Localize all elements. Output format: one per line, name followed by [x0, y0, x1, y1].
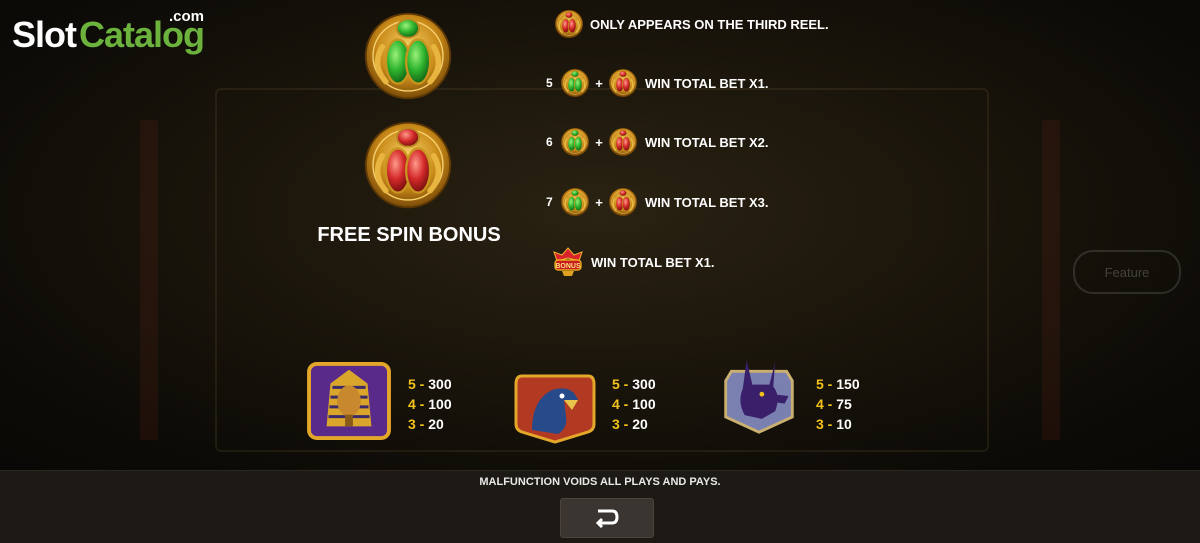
plus-sign: + — [595, 134, 603, 150]
rule-text: WIN TOTAL BET X1. — [645, 75, 769, 91]
background-column — [1042, 120, 1060, 440]
pharaoh-symbol-icon — [307, 362, 391, 440]
logo-com-text: .com — [169, 8, 205, 25]
malfunction-disclaimer: MALFUNCTION VOIDS ALL PLAYS AND PAYS. — [479, 476, 721, 488]
return-arrow-icon — [595, 509, 619, 528]
rule-text: WIN TOTAL BET X3. — [645, 194, 769, 210]
rule-combo-7: 7 + WIN TOTAL BET X3. — [546, 187, 769, 217]
back-button[interactable] — [560, 498, 654, 538]
green-scarab-icon — [560, 68, 590, 98]
pharaoh-paylist: 5 - 300 4 - 100 3 - 20 — [408, 376, 452, 432]
falcon-symbol-icon — [514, 374, 596, 444]
red-scarab-icon — [608, 68, 638, 98]
red-scarab-icon — [608, 127, 638, 157]
rule-third-reel: ONLY APPEARS ON THE THIRD REEL. — [554, 9, 829, 39]
red-scarab-icon — [362, 119, 454, 211]
rule-text: WIN TOTAL BET X2. — [645, 134, 769, 150]
green-scarab-icon — [560, 127, 590, 157]
bonus-badge-text: BONUS — [555, 263, 581, 270]
rule-text: ONLY APPEARS ON THE THIRD REEL. — [590, 16, 829, 32]
background-column — [140, 120, 158, 440]
feature-button[interactable]: Feature — [1073, 250, 1181, 294]
green-scarab-icon — [362, 10, 454, 102]
rule-count: 5 — [546, 76, 553, 90]
green-scarab-icon — [560, 187, 590, 217]
anubis-paylist: 5 - 150 4 - 75 3 - 10 — [816, 376, 860, 432]
free-spin-bonus-title: FREE SPIN BONUS — [317, 224, 501, 246]
rule-count: 7 — [546, 195, 553, 209]
rule-combo-5: 5 + WIN TOTAL BET X1. — [546, 68, 769, 98]
anubis-symbol-icon — [724, 359, 794, 434]
falcon-paylist: 5 - 300 4 - 100 3 - 20 — [612, 376, 656, 432]
plus-sign: + — [595, 194, 603, 210]
red-scarab-icon — [608, 187, 638, 217]
plus-sign: + — [595, 75, 603, 91]
rule-bonus-symbol: BONUS WIN TOTAL BET X1. — [552, 247, 715, 277]
rule-text: WIN TOTAL BET X1. — [591, 254, 715, 270]
logo-slot-text: Slot — [12, 14, 77, 55]
rule-count: 6 — [546, 135, 553, 149]
bonus-badge-icon: BONUS — [553, 247, 583, 276]
rule-combo-6: 6 + WIN TOTAL BET X2. — [546, 127, 769, 157]
red-scarab-icon — [554, 9, 584, 39]
